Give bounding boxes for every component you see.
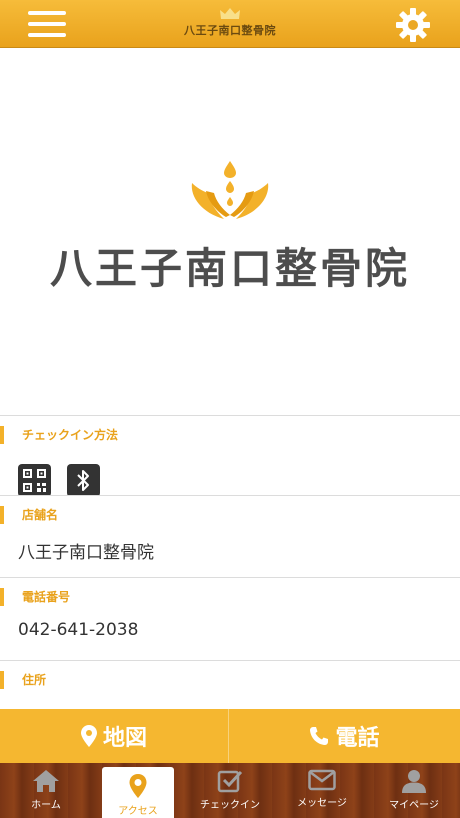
checkin-section: チェックイン方法 (0, 415, 460, 497)
checkin-icon (217, 770, 243, 793)
app-header: 八王子南口整骨院 (0, 0, 460, 48)
map-pin-icon (80, 725, 97, 747)
tab-mypage-label: マイページ (389, 800, 439, 811)
qr-code-icon (18, 464, 51, 497)
tab-message[interactable]: メッセージ (276, 763, 368, 818)
tab-access[interactable]: アクセス (102, 767, 174, 818)
map-pin-icon (129, 774, 147, 798)
checkin-label: チェックイン方法 (0, 426, 118, 444)
tab-mypage[interactable]: マイページ (368, 763, 460, 818)
phone-value[interactable]: 042-641-2038 (18, 620, 138, 640)
tab-home[interactable]: ホーム (0, 763, 92, 818)
tab-access-label: アクセス (118, 806, 158, 817)
store-name-value: 八王子南口整骨院 (18, 543, 154, 563)
mail-icon (308, 769, 336, 791)
home-icon (33, 770, 59, 792)
bluetooth-icon (67, 464, 100, 497)
user-icon (402, 770, 426, 793)
store-name-label: 店舗名 (0, 506, 58, 524)
phone-button[interactable]: 電話 (230, 709, 459, 763)
phone-button-label: 電話 (335, 726, 380, 751)
store-name-section: 店舗名 八王子南口整骨院 (0, 495, 460, 577)
crown-logo-icon (220, 8, 240, 19)
phone-icon (310, 727, 329, 745)
phone-label: 電話番号 (0, 588, 70, 606)
hamburger-icon[interactable] (28, 9, 66, 39)
tab-home-label: ホーム (31, 800, 61, 811)
tab-checkin-label: チェックイン (200, 800, 260, 811)
hands-drop-logo-icon (191, 161, 269, 219)
hero-banner: 八王子南口整骨院 (0, 49, 460, 405)
tab-bar: ホーム アクセス チェックイン メッセージ マイページ (0, 763, 460, 818)
tab-message-label: メッセージ (297, 798, 347, 809)
address-section: 住所 (0, 660, 460, 709)
hero-title: 八王子南口整骨院 (49, 244, 410, 293)
header-title: 八王子南口整骨院 (184, 24, 276, 37)
gear-icon[interactable] (394, 6, 432, 44)
phone-section: 電話番号 042-641-2038 (0, 577, 460, 660)
header-logo: 八王子南口整骨院 (170, 8, 290, 42)
address-label: 住所 (0, 671, 46, 689)
map-button-label: 地図 (102, 726, 147, 751)
map-button[interactable]: 地図 (0, 709, 229, 763)
action-bar: 地図 電話 (0, 709, 460, 763)
tab-checkin[interactable]: チェックイン (184, 763, 276, 818)
